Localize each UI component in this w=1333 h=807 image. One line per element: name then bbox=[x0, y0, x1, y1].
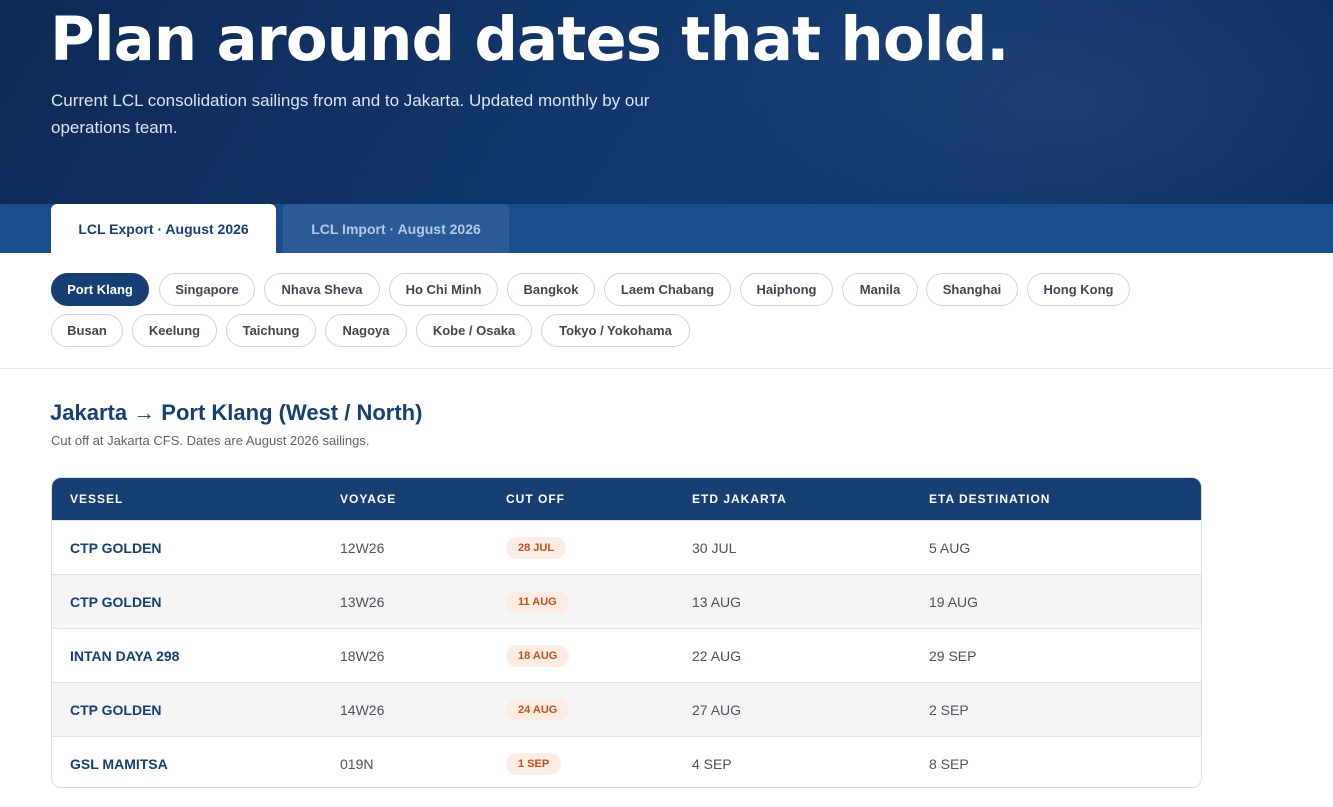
eta-cell: 19 AUG bbox=[929, 593, 979, 610]
port-chip-haiphong[interactable]: Haiphong bbox=[740, 273, 833, 306]
voyage-cell: 13W26 bbox=[340, 593, 385, 610]
vessel-cell: INTAN DAYA 298 bbox=[70, 647, 180, 664]
voyage-cell: 019N bbox=[340, 755, 374, 772]
port-chip-bangkok[interactable]: Bangkok bbox=[507, 273, 595, 306]
etd-cell: 27 AUG bbox=[692, 701, 742, 718]
port-chip-taichung[interactable]: Taichung bbox=[226, 314, 316, 347]
eta-cell: 8 SEP bbox=[929, 755, 969, 772]
sailing-schedule-table: VESSEL VOYAGE CUT OFF ETD JAKARTA ETA DE… bbox=[51, 477, 1202, 788]
route-subtitle: Cut off at Jakarta CFS. Dates are August… bbox=[51, 433, 370, 448]
tab-bar: LCL Export · August 2026 LCL Import · Au… bbox=[0, 204, 1333, 253]
port-chip-keelung[interactable]: Keelung bbox=[132, 314, 217, 347]
cutoff-cell: 24 AUG bbox=[506, 683, 570, 736]
column-header-etd: ETD JAKARTA bbox=[692, 492, 787, 506]
table-row: CTP GOLDEN 14W26 24 AUG 27 AUG 2 SEP bbox=[52, 682, 1201, 736]
etd-cell: 4 SEP bbox=[692, 755, 732, 772]
column-header-cut-off: CUT OFF bbox=[506, 492, 565, 506]
port-filter: Port Klang Singapore Nhava Sheva Ho Chi … bbox=[0, 253, 1333, 369]
cutoff-cell: 28 JUL bbox=[506, 521, 567, 574]
eta-cell: 2 SEP bbox=[929, 701, 969, 718]
port-chip-kobe-osaka[interactable]: Kobe / Osaka bbox=[416, 314, 532, 347]
table-row: CTP GOLDEN 12W26 28 JUL 30 JUL 5 AUG bbox=[52, 520, 1201, 574]
page-subtitle: Current LCL consolidation sailings from … bbox=[51, 91, 650, 137]
voyage-cell: 14W26 bbox=[340, 701, 385, 718]
hero-banner: Plan around dates that hold. Current LCL… bbox=[0, 0, 1333, 204]
tab-lcl-export[interactable]: LCL Export · August 2026 bbox=[51, 204, 276, 253]
cutoff-badge: 28 JUL bbox=[506, 536, 567, 559]
etd-cell: 13 AUG bbox=[692, 593, 742, 610]
port-chip-shanghai[interactable]: Shanghai bbox=[926, 273, 1018, 306]
column-header-eta: ETA DESTINATION bbox=[929, 492, 1051, 506]
cutoff-cell: 1 SEP bbox=[506, 737, 562, 787]
port-chip-laem-chabang[interactable]: Laem Chabang bbox=[604, 273, 731, 306]
port-chip-hong-kong[interactable]: Hong Kong bbox=[1027, 273, 1130, 306]
vessel-cell: CTP GOLDEN bbox=[70, 701, 162, 718]
vessel-cell: CTP GOLDEN bbox=[70, 539, 162, 556]
table-row: GSL MAMITSA 019N 1 SEP 4 SEP 8 SEP bbox=[52, 736, 1201, 787]
page-title: Plan around dates that hold. bbox=[50, 4, 1009, 75]
vessel-cell: GSL MAMITSA bbox=[70, 755, 168, 772]
port-chip-nhava-sheva[interactable]: Nhava Sheva bbox=[264, 273, 380, 306]
vessel-cell: CTP GOLDEN bbox=[70, 593, 162, 610]
cutoff-cell: 18 AUG bbox=[506, 629, 570, 682]
port-chip-busan[interactable]: Busan bbox=[51, 314, 123, 347]
eta-cell: 5 AUG bbox=[929, 539, 971, 556]
tab-lcl-import[interactable]: LCL Import · August 2026 bbox=[283, 204, 509, 253]
table-header: VESSEL VOYAGE CUT OFF ETD JAKARTA ETA DE… bbox=[52, 478, 1201, 520]
etd-cell: 30 JUL bbox=[692, 539, 737, 556]
port-chip-port-klang[interactable]: Port Klang bbox=[51, 273, 149, 306]
route-title: Jakarta → Port Klang (West / North) bbox=[50, 400, 423, 425]
cutoff-badge: 24 AUG bbox=[506, 698, 570, 721]
voyage-cell: 12W26 bbox=[340, 539, 385, 556]
table-row: CTP GOLDEN 13W26 11 AUG 13 AUG 19 AUG bbox=[52, 574, 1201, 628]
table-row: INTAN DAYA 298 18W26 18 AUG 22 AUG 29 SE… bbox=[52, 628, 1201, 682]
port-chip-tokyo-yokohama[interactable]: Tokyo / Yokohama bbox=[541, 314, 690, 347]
column-header-voyage: VOYAGE bbox=[340, 492, 397, 506]
cutoff-badge: 1 SEP bbox=[506, 752, 562, 775]
port-chip-manila[interactable]: Manila bbox=[842, 273, 918, 306]
port-chip-nagoya[interactable]: Nagoya bbox=[325, 314, 407, 347]
column-header-vessel: VESSEL bbox=[70, 492, 124, 506]
voyage-cell: 18W26 bbox=[340, 647, 385, 664]
cutoff-cell: 11 AUG bbox=[506, 575, 569, 628]
cutoff-badge: 11 AUG bbox=[506, 590, 569, 613]
port-chip-ho-chi-minh[interactable]: Ho Chi Minh bbox=[389, 273, 498, 306]
port-chip-singapore[interactable]: Singapore bbox=[159, 273, 255, 306]
cutoff-badge: 18 AUG bbox=[506, 644, 570, 667]
etd-cell: 22 AUG bbox=[692, 647, 742, 664]
eta-cell: 29 SEP bbox=[929, 647, 977, 664]
